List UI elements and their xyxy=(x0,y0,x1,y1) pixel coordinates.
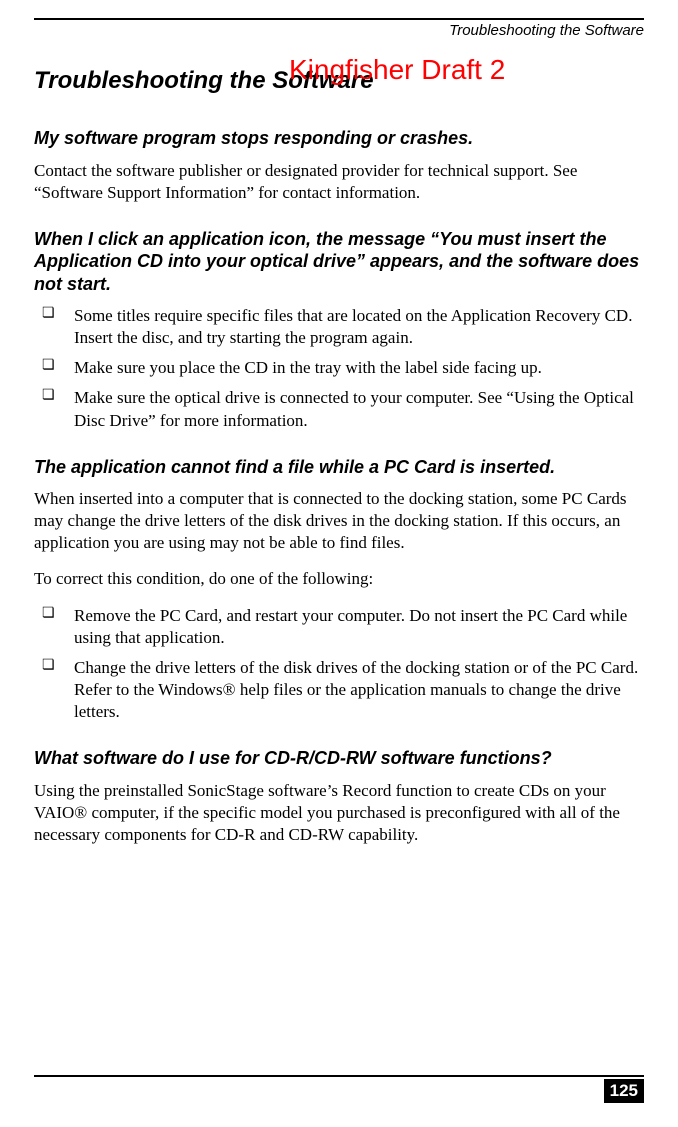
page-number: 125 xyxy=(604,1079,644,1103)
list-item: Make sure the optical drive is connected… xyxy=(34,387,644,431)
section-heading-4: What software do I use for CD-R/CD-RW so… xyxy=(34,747,644,770)
section-3-paragraph-1: When inserted into a computer that is co… xyxy=(34,488,644,554)
list-item: Change the drive letters of the disk dri… xyxy=(34,657,644,723)
section-1-paragraph-1: Contact the software publisher or design… xyxy=(34,160,644,204)
section-4-paragraph-1: Using the preinstalled SonicStage softwa… xyxy=(34,780,644,846)
section-heading-2: When I click an application icon, the me… xyxy=(34,228,644,296)
section-3-paragraph-2: To correct this condition, do one of the… xyxy=(34,568,644,590)
section-2-list: Some titles require specific files that … xyxy=(34,305,644,431)
running-header: Troubleshooting the Software xyxy=(34,22,644,39)
footer: 125 xyxy=(34,1075,644,1103)
section-heading-3: The application cannot find a file while… xyxy=(34,456,644,479)
list-item: Make sure you place the CD in the tray w… xyxy=(34,357,644,379)
list-item: Remove the PC Card, and restart your com… xyxy=(34,605,644,649)
list-item: Some titles require specific files that … xyxy=(34,305,644,349)
section-heading-1: My software program stops responding or … xyxy=(34,127,644,150)
watermark-text: Kingfisher Draft 2 xyxy=(289,54,505,86)
section-3-list: Remove the PC Card, and restart your com… xyxy=(34,605,644,723)
footer-rule xyxy=(34,1075,644,1077)
header-rule xyxy=(34,18,644,20)
